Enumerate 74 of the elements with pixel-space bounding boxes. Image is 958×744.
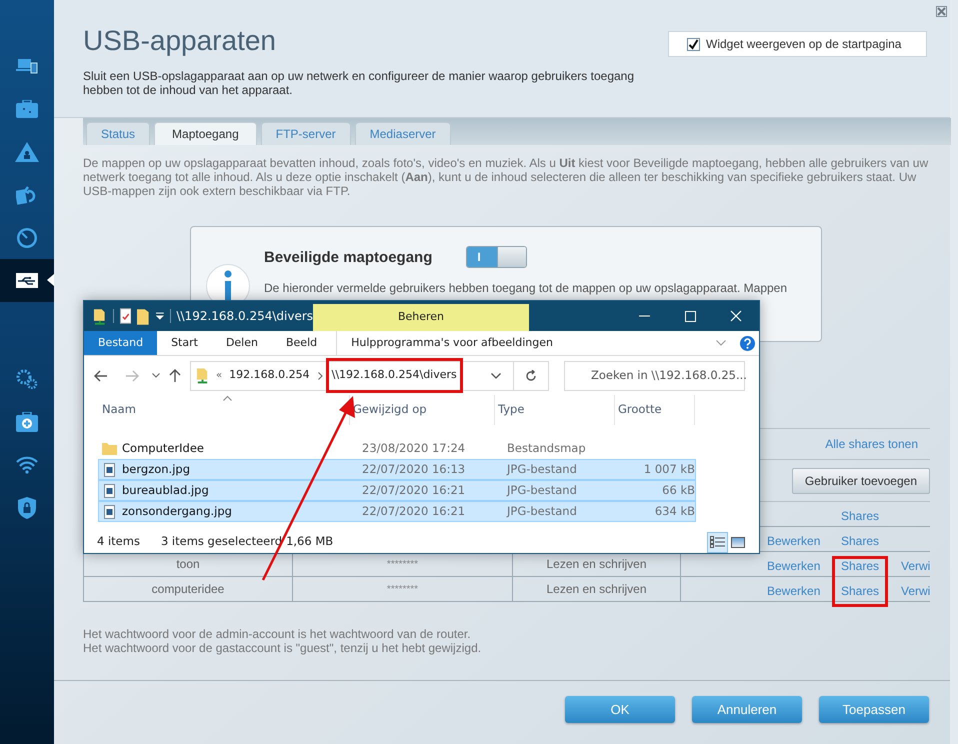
image-file-icon (102, 484, 117, 498)
shield-icon[interactable] (18, 496, 36, 518)
overflow-marker[interactable]: « (216, 368, 222, 383)
chevron-right-icon[interactable] (318, 372, 323, 380)
network-folder-icon[interactable] (93, 308, 107, 324)
column-header[interactable]: Grootte (618, 401, 662, 419)
intro-paragraph: De mappen op uw opslagapparaat bevatten inhoud, zoals foto's, video's en muziek. Als u Uit kiest voor Beveiligde maptoegang, hebben alle gebruikers van uw netwerk toegang tot alle inhoud. Als u deze optie inschakelt (Aan), kunt u de inhoud selecteren die alleen ter beschikking van specifieke gebruikers staat. Uw USB-mappen zijn ook extern beschikbaar via FTP. (83, 156, 930, 198)
window-title: \\192.168.0.254\divers (176, 308, 314, 325)
checkbox-label: Widget weergeven op de startpagina (706, 36, 902, 53)
checkbox[interactable] (687, 38, 700, 50)
maximize-icon (684, 310, 696, 322)
breadcrumb[interactable]: \\192.168.0.254\divers (332, 368, 457, 382)
image-file-icon (102, 504, 117, 518)
status-text: 1,66 MB (286, 533, 334, 550)
column-header[interactable]: Type (498, 401, 524, 419)
file-row[interactable]: bureaublad.jpg 22/07/2020 16:21 JPG-bestand 66 kB (98, 480, 696, 501)
address-bar[interactable]: « 192.168.0.254 \\192.168.0.254\divers (190, 360, 549, 390)
ribbon-tab[interactable]: Start (157, 331, 212, 355)
page-title: USB-apparaten (83, 24, 276, 58)
add-user-button[interactable]: Gebruiker toevoegen (792, 468, 930, 494)
page-description: Sluit een USB-opslagapparaat aan op uw netwerk en configureer de manier waarop gebruikers toegang hebben tot de inhoud van het apparaat. (83, 69, 636, 97)
help-icon[interactable] (740, 336, 755, 350)
status-text: 4 items (97, 533, 140, 550)
highlight-box (832, 556, 888, 607)
column-header[interactable]: Naam (102, 401, 136, 419)
ribbon-tab[interactable]: Delen (212, 331, 272, 355)
tab[interactable]: Maptoegang (154, 122, 257, 145)
table-cell-text: ******** (386, 558, 418, 572)
table-cell-text: Lezen en schrijven (546, 581, 647, 598)
column-header[interactable]: Gewijzigd op (353, 401, 427, 419)
chevron-down-icon[interactable] (491, 372, 501, 378)
ribbon-tab[interactable]: Beeld (272, 331, 332, 355)
context-tab[interactable]: Beheren (313, 304, 529, 331)
folder-icon[interactable] (137, 308, 150, 324)
thumbnail-view-icon[interactable] (731, 536, 745, 548)
section-title: Beveiligde maptoegang (264, 248, 432, 268)
usb-icon[interactable] (16, 273, 38, 288)
file-row[interactable]: bergzon.jpg 22/07/2020 16:13 JPG-bestand 1 007 kB (98, 459, 696, 480)
table-cell-text: ******** (386, 582, 418, 596)
dropdown-icon[interactable] (156, 312, 164, 320)
table-cell-text: toon (176, 556, 200, 573)
table-cell-text: Lezen en schrijven (546, 556, 647, 573)
search-field[interactable]: Zoeken in \\192.168.0.25... (564, 360, 745, 390)
gears-icon[interactable] (16, 368, 38, 388)
ribbon-tab[interactable]: Bestand (84, 331, 158, 355)
back-arrow-icon[interactable] (94, 370, 108, 382)
up-arrow-icon[interactable] (169, 368, 181, 382)
note-text: Het wachtwoord voor de admin-account is het wachtwoord van de router. (83, 627, 472, 641)
sort-caret-icon (223, 395, 232, 401)
network-folder-icon (196, 367, 209, 384)
briefcase-icon[interactable] (16, 100, 38, 118)
file-row[interactable]: ComputerIdee 23/08/2020 17:24 Bestandsmap (98, 438, 696, 459)
details-view-icon[interactable] (707, 532, 728, 552)
medical-kit-icon[interactable] (16, 412, 38, 432)
chevron-down-icon[interactable] (152, 373, 160, 378)
file-row[interactable]: zonsondergang.jpg 22/07/2020 16:21 JPG-bestand 634 kB (98, 501, 696, 522)
breadcrumb[interactable]: 192.168.0.254 (229, 367, 310, 384)
devices-icon[interactable] (16, 58, 38, 74)
folder-icon (102, 442, 117, 455)
close-icon (730, 310, 742, 322)
wifi-icon[interactable] (15, 456, 39, 474)
note-text: Het wachtwoord voor de gastaccount is "guest", tenzij u het hebt gewijzigd. (83, 641, 482, 655)
image-file-icon (102, 462, 117, 476)
gauge-icon[interactable] (16, 226, 38, 248)
restore-icon[interactable] (16, 184, 38, 204)
properties-icon[interactable] (120, 308, 132, 324)
minimize-icon (638, 315, 650, 317)
warning-triangle-icon[interactable] (15, 142, 39, 162)
close-icon[interactable] (936, 6, 947, 17)
table-cell-text: computeridee (152, 581, 224, 598)
refresh-icon[interactable] (525, 370, 537, 382)
ribbon-tab[interactable]: Hulpprogramma's voor afbeeldingen (336, 331, 567, 355)
section-text: De hieronder vermelde gebruikers hebben toegang tot de mappen op uw opslagapparaat. Mappen (264, 280, 788, 296)
status-text: 3 items geselecteerd (160, 533, 282, 550)
